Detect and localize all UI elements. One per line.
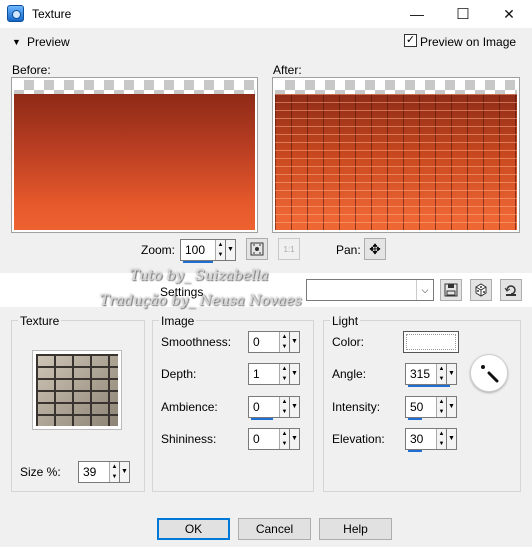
before-preview <box>11 77 258 233</box>
chevron-down-icon[interactable]: ⌵ <box>416 280 433 300</box>
image-group-title: Image <box>159 314 197 328</box>
settings-label: Settings <box>160 285 204 299</box>
size-label: Size %: <box>20 465 61 479</box>
dice-icon <box>475 283 487 297</box>
pan-label: Pan: <box>336 243 361 257</box>
title-bar: Texture — ☐ ✕ <box>0 0 532 28</box>
move-arrows-icon: ✥ <box>369 240 381 257</box>
depth-dropdown-icon[interactable]: ▼ <box>289 363 300 385</box>
texture-group-title: Texture <box>18 314 62 328</box>
depth-input[interactable]: 1 ▲ ▼ ▼ <box>248 363 300 385</box>
zoom-input[interactable]: 100 ▲ ▼ ▼ <box>180 239 236 263</box>
after-image <box>275 94 517 230</box>
shininess-input[interactable]: 0 ▲ ▼ ▼ <box>248 428 300 450</box>
angle-dial[interactable] <box>470 354 508 392</box>
zoom-fit-button[interactable] <box>246 238 268 260</box>
size-dropdown-icon[interactable]: ▼ <box>119 461 130 483</box>
randomize-button[interactable] <box>470 279 492 301</box>
maximize-button[interactable]: ☐ <box>440 0 486 28</box>
intensity-stepper[interactable]: ▲ ▼ <box>436 397 446 417</box>
preview-toggle[interactable]: Preview <box>27 35 70 49</box>
zoom-value: 100 <box>185 243 206 257</box>
before-image <box>14 94 255 230</box>
watermark-line-1: Tuto by_ Suizabella <box>130 268 269 284</box>
elevation-stepper[interactable]: ▲ ▼ <box>436 429 446 449</box>
elevation-input[interactable]: 30 ▲ ▼ ▼ <box>405 428 457 452</box>
depth-label: Depth: <box>161 367 197 381</box>
texture-swatch[interactable] <box>32 350 122 430</box>
angle-stepper[interactable]: ▲ ▼ <box>436 364 446 384</box>
smoothness-label: Smoothness: <box>161 335 232 349</box>
ambience-dropdown-icon[interactable]: ▼ <box>289 396 300 418</box>
angle-input[interactable]: 315 ▲ ▼ ▼ <box>405 363 457 387</box>
size-stepper[interactable]: ▲ ▼ <box>109 462 119 482</box>
intensity-dropdown-icon[interactable]: ▼ <box>446 396 457 418</box>
ambience-input[interactable]: 0 ▲ ▼ ▼ <box>248 396 300 420</box>
smoothness-dropdown-icon[interactable]: ▼ <box>289 331 300 353</box>
close-button[interactable]: ✕ <box>486 0 532 28</box>
angle-label: Angle: <box>332 367 367 381</box>
transparency-checker <box>275 80 517 94</box>
light-color-swatch[interactable] <box>403 331 459 353</box>
floppy-disk-icon <box>444 283 458 297</box>
after-label: After: <box>273 63 302 77</box>
transparency-checker <box>14 80 255 94</box>
ambience-label: Ambience: <box>161 400 218 414</box>
fit-icon <box>250 242 264 256</box>
zoom-label: Zoom: <box>141 243 176 257</box>
ok-button[interactable]: OK <box>157 518 230 540</box>
depth-stepper[interactable]: ▲ ▼ <box>279 364 289 384</box>
before-label: Before: <box>12 63 51 77</box>
smoothness-stepper[interactable]: ▲ ▼ <box>279 332 289 352</box>
zoom-actual-size-button[interactable]: 1:1 <box>278 238 300 260</box>
smoothness-input[interactable]: 0 ▲ ▼ ▼ <box>248 331 300 353</box>
intensity-label: Intensity: <box>332 400 381 414</box>
light-group-title: Light <box>330 314 361 328</box>
reset-icon <box>504 285 516 296</box>
window-title: Texture <box>32 7 72 21</box>
reset-button[interactable] <box>500 279 522 301</box>
shininess-dropdown-icon[interactable]: ▼ <box>289 428 300 450</box>
save-preset-button[interactable] <box>440 279 462 301</box>
ambience-stepper[interactable]: ▲ ▼ <box>279 397 289 417</box>
shininess-stepper[interactable]: ▲ ▼ <box>279 429 289 449</box>
collapse-triangle-icon[interactable]: ▼ <box>12 37 21 47</box>
size-input[interactable]: 39 ▲ ▼ ▼ <box>78 461 130 483</box>
intensity-input[interactable]: 50 ▲ ▼ ▼ <box>405 396 457 420</box>
size-value: 39 <box>83 465 97 479</box>
angle-dropdown-icon[interactable]: ▼ <box>446 363 457 385</box>
color-label: Color: <box>332 335 365 349</box>
preview-on-image-checkbox[interactable]: ✓ <box>404 34 417 47</box>
minimize-button[interactable]: — <box>394 0 440 28</box>
help-button[interactable]: Help <box>319 518 392 540</box>
brick-texture-image <box>36 354 118 426</box>
preview-on-image-label: Preview on Image <box>420 35 517 49</box>
pan-button[interactable]: ✥ <box>364 238 386 260</box>
dial-needle-icon <box>481 365 499 383</box>
after-preview[interactable] <box>272 77 520 233</box>
zoom-dropdown-icon[interactable]: ▼ <box>225 239 236 261</box>
settings-dropdown[interactable]: ⌵ <box>306 279 434 301</box>
zoom-stepper[interactable]: ▲ ▼ <box>215 240 225 260</box>
app-icon <box>7 5 24 22</box>
elevation-dropdown-icon[interactable]: ▼ <box>446 428 457 450</box>
elevation-label: Elevation: <box>332 432 385 446</box>
shininess-label: Shininess: <box>161 432 217 446</box>
cancel-button[interactable]: Cancel <box>238 518 311 540</box>
